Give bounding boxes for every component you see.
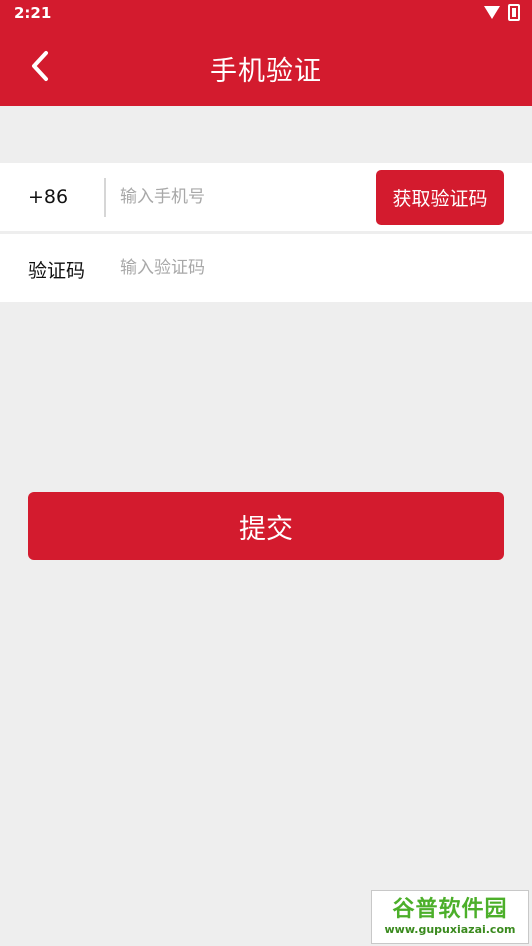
phone-row: +86 获取验证码 <box>0 163 532 231</box>
get-code-button[interactable]: 获取验证码 <box>376 170 504 225</box>
watermark-url: www.gupuxiazai.com <box>384 923 516 936</box>
battery-icon <box>508 4 520 21</box>
page-title: 手机验证 <box>210 56 322 87</box>
divider <box>104 178 106 217</box>
code-label: 验证码 <box>28 260 86 282</box>
watermark-title: 谷普软件园 <box>392 897 508 922</box>
submit-button[interactable]: 提交 <box>28 492 504 560</box>
watermark: 谷普软件园 www.gupuxiazai.com <box>371 890 529 944</box>
phone-input[interactable] <box>120 179 360 215</box>
code-row: 验证码 <box>0 234 532 302</box>
code-input[interactable] <box>120 250 500 286</box>
status-icons <box>484 4 520 21</box>
app-header: 2:21 手机验证 <box>0 0 532 106</box>
status-time: 2:21 <box>14 4 52 22</box>
wifi-icon <box>484 6 500 19</box>
country-code[interactable]: +86 <box>28 186 68 208</box>
